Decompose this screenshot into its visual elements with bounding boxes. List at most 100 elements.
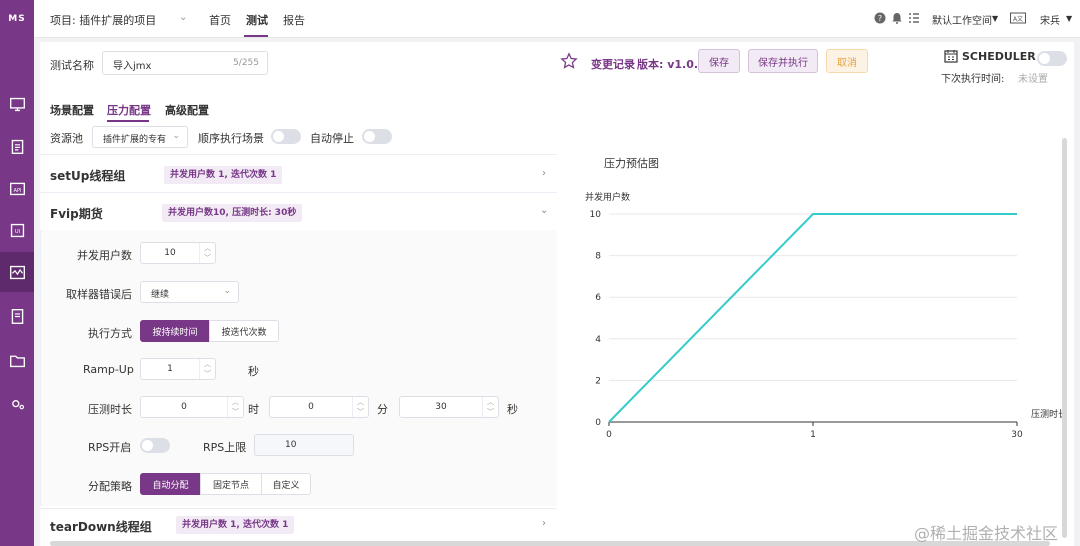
x-tick-label: 0 bbox=[606, 430, 612, 440]
duration-label: 压测时长 bbox=[88, 403, 132, 416]
test-name-input[interactable]: 导入jmx 5/255 bbox=[102, 51, 268, 75]
help-icon[interactable]: ? bbox=[874, 12, 886, 24]
exec-by-iterations-button[interactable]: 按迭代次数 bbox=[209, 320, 279, 342]
stepper-arrows-icon: ︿ ﹀ bbox=[352, 397, 368, 417]
concurrency-stepper[interactable]: 10 ︿ ﹀ bbox=[140, 242, 216, 264]
save-and-run-button[interactable]: 保存并执行 bbox=[748, 49, 818, 73]
sampler-error-select[interactable]: 继续 ⌄ bbox=[140, 281, 239, 303]
nav-test[interactable]: 测试 bbox=[246, 12, 268, 28]
change-record-link[interactable]: 变更记录 bbox=[591, 56, 635, 72]
divider bbox=[40, 508, 557, 509]
y-tick-label: 0 bbox=[595, 418, 601, 428]
setup-group-title[interactable]: setUp线程组 bbox=[50, 167, 125, 184]
list-icon[interactable] bbox=[908, 12, 920, 24]
x-axis-label: 压测时长 bbox=[1031, 408, 1065, 420]
caret-down-icon[interactable]: ▼ bbox=[992, 14, 998, 23]
teardown-group-title[interactable]: tearDown线程组 bbox=[50, 518, 152, 535]
chevron-right-icon[interactable]: › bbox=[542, 518, 546, 529]
rampup-label: Ramp-Up bbox=[83, 363, 134, 376]
y-tick-label: 4 bbox=[595, 335, 601, 345]
app-logo: MS bbox=[8, 14, 26, 24]
svg-text:A文: A文 bbox=[1013, 15, 1023, 23]
chevron-down-icon[interactable]: ⌄ bbox=[540, 205, 548, 216]
y-axis-label: 并发用户数 bbox=[585, 191, 630, 203]
strategy-custom-button[interactable]: 自定义 bbox=[261, 473, 311, 495]
settings-icon[interactable] bbox=[0, 384, 34, 424]
nav-active-indicator bbox=[244, 35, 268, 37]
nav-home[interactable]: 首页 bbox=[209, 12, 231, 28]
strategy-label: 分配策略 bbox=[88, 480, 132, 493]
cancel-button[interactable]: 取消 bbox=[826, 49, 868, 73]
rampup-unit: 秒 bbox=[248, 365, 259, 378]
scheduler-toggle[interactable] bbox=[1037, 51, 1067, 66]
project-selector[interactable]: 项目: 插件扩展的项目 bbox=[50, 12, 156, 28]
strategy-auto-button[interactable]: 自动分配 bbox=[140, 473, 201, 495]
save-button[interactable]: 保存 bbox=[698, 49, 740, 73]
duration-seconds-stepper[interactable]: 30 ︿ ﹀ bbox=[399, 396, 499, 418]
setup-group-badge: 并发用户数 1, 迭代次数 1 bbox=[164, 166, 283, 184]
svg-text:API: API bbox=[13, 187, 21, 193]
user-menu[interactable]: 宋兵 bbox=[1040, 12, 1060, 27]
calendar-icon bbox=[944, 50, 958, 63]
seconds-unit: 秒 bbox=[507, 403, 518, 416]
test-editor-panel: 测试名称 导入jmx 5/255 变更记录 版本: v1.0.0 保存 保存并执… bbox=[40, 42, 1074, 546]
resource-pool-label: 资源池 bbox=[50, 132, 83, 145]
tab-scene-config[interactable]: 场景配置 bbox=[50, 102, 94, 118]
language-icon[interactable]: A文 bbox=[1010, 12, 1026, 24]
concurrency-label: 并发用户数 bbox=[77, 249, 132, 262]
exec-by-duration-button[interactable]: 按持续时间 bbox=[140, 320, 210, 342]
rps-toggle[interactable] bbox=[140, 438, 170, 453]
ui-icon[interactable]: UI bbox=[0, 210, 34, 250]
stepper-arrows-icon: ︿ ﹀ bbox=[482, 397, 498, 417]
teardown-group-badge: 并发用户数 1, 迭代次数 1 bbox=[176, 516, 295, 534]
chevron-right-icon[interactable]: › bbox=[542, 168, 546, 179]
tab-pressure-config[interactable]: 压力配置 bbox=[107, 102, 151, 118]
y-tick-label: 8 bbox=[595, 252, 601, 262]
chevron-down-icon: ⌄ bbox=[172, 131, 180, 141]
auto-stop-toggle[interactable] bbox=[362, 129, 392, 144]
star-icon[interactable] bbox=[560, 52, 578, 70]
workspace-selector[interactable]: 默认工作空间 bbox=[932, 12, 992, 27]
nav-report[interactable]: 报告 bbox=[283, 12, 305, 28]
watermark: @稀土掘金技术社区 bbox=[914, 524, 1059, 543]
divider bbox=[40, 154, 557, 155]
top-header: 项目: 插件扩展的项目 ⌄ 首页 测试 报告 ? 默认工作空间 ▼ A文 宋兵 … bbox=[34, 0, 1080, 38]
x-tick-label: 30 bbox=[1011, 430, 1023, 440]
svg-text:?: ? bbox=[878, 14, 882, 23]
pressure-estimate-chart: 并发用户数 0 2 4 6 8 10 0 1 30 压测时长 bbox=[585, 191, 1065, 440]
duration-hours-stepper[interactable]: 0 ︿ ﹀ bbox=[140, 396, 244, 418]
vertical-scrollbar[interactable] bbox=[1062, 138, 1067, 538]
sequential-scenario-label: 顺序执行场景 bbox=[198, 132, 264, 145]
svg-text:UI: UI bbox=[14, 229, 19, 235]
hours-unit: 时 bbox=[248, 403, 259, 416]
divider bbox=[40, 192, 557, 193]
report-icon[interactable] bbox=[0, 296, 34, 336]
next-exec-label: 下次执行时间: bbox=[941, 74, 1005, 85]
rps-limit-stepper[interactable]: 10 bbox=[254, 434, 354, 456]
duration-minutes-stepper[interactable]: 0 ︿ ﹀ bbox=[269, 396, 369, 418]
chevron-down-icon[interactable]: ⌄ bbox=[179, 12, 187, 23]
sequential-scenario-toggle[interactable] bbox=[271, 129, 301, 144]
performance-icon[interactable] bbox=[0, 252, 34, 292]
stepper-arrows-icon: ︿ ﹀ bbox=[199, 243, 215, 263]
api-icon[interactable]: API bbox=[0, 168, 34, 208]
resource-pool-select[interactable]: 插件扩展的专有 ⌄ bbox=[92, 126, 188, 148]
clipboard-icon[interactable] bbox=[0, 126, 34, 166]
horizontal-scrollbar[interactable] bbox=[50, 541, 1050, 546]
fvip-group-title[interactable]: Fvip期货 bbox=[50, 205, 103, 222]
scheduler-label: SCHEDULER bbox=[962, 50, 1036, 63]
exec-mode-label: 执行方式 bbox=[88, 327, 132, 340]
tab-advanced-config[interactable]: 高级配置 bbox=[165, 102, 209, 118]
auto-stop-label: 自动停止 bbox=[310, 132, 354, 145]
rampup-stepper[interactable]: 1 ︿ ﹀ bbox=[140, 358, 216, 380]
bell-icon[interactable] bbox=[891, 12, 903, 24]
monitor-icon[interactable] bbox=[0, 84, 34, 124]
caret-down-icon[interactable]: ▼ bbox=[1066, 14, 1072, 23]
minutes-unit: 分 bbox=[377, 403, 388, 416]
stepper-arrows-icon: ︿ ﹀ bbox=[227, 397, 243, 417]
sampler-error-label: 取样器错误后 bbox=[66, 288, 132, 301]
fvip-group-config: 并发用户数 10 ︿ ﹀ 取样器错误后 继续 ⌄ 执行方式 按持续时间 按迭代次数… bbox=[40, 230, 557, 506]
chart-title: 压力预估图 bbox=[604, 157, 659, 170]
strategy-fixed-node-button[interactable]: 固定节点 bbox=[200, 473, 262, 495]
folder-icon[interactable] bbox=[0, 340, 34, 380]
